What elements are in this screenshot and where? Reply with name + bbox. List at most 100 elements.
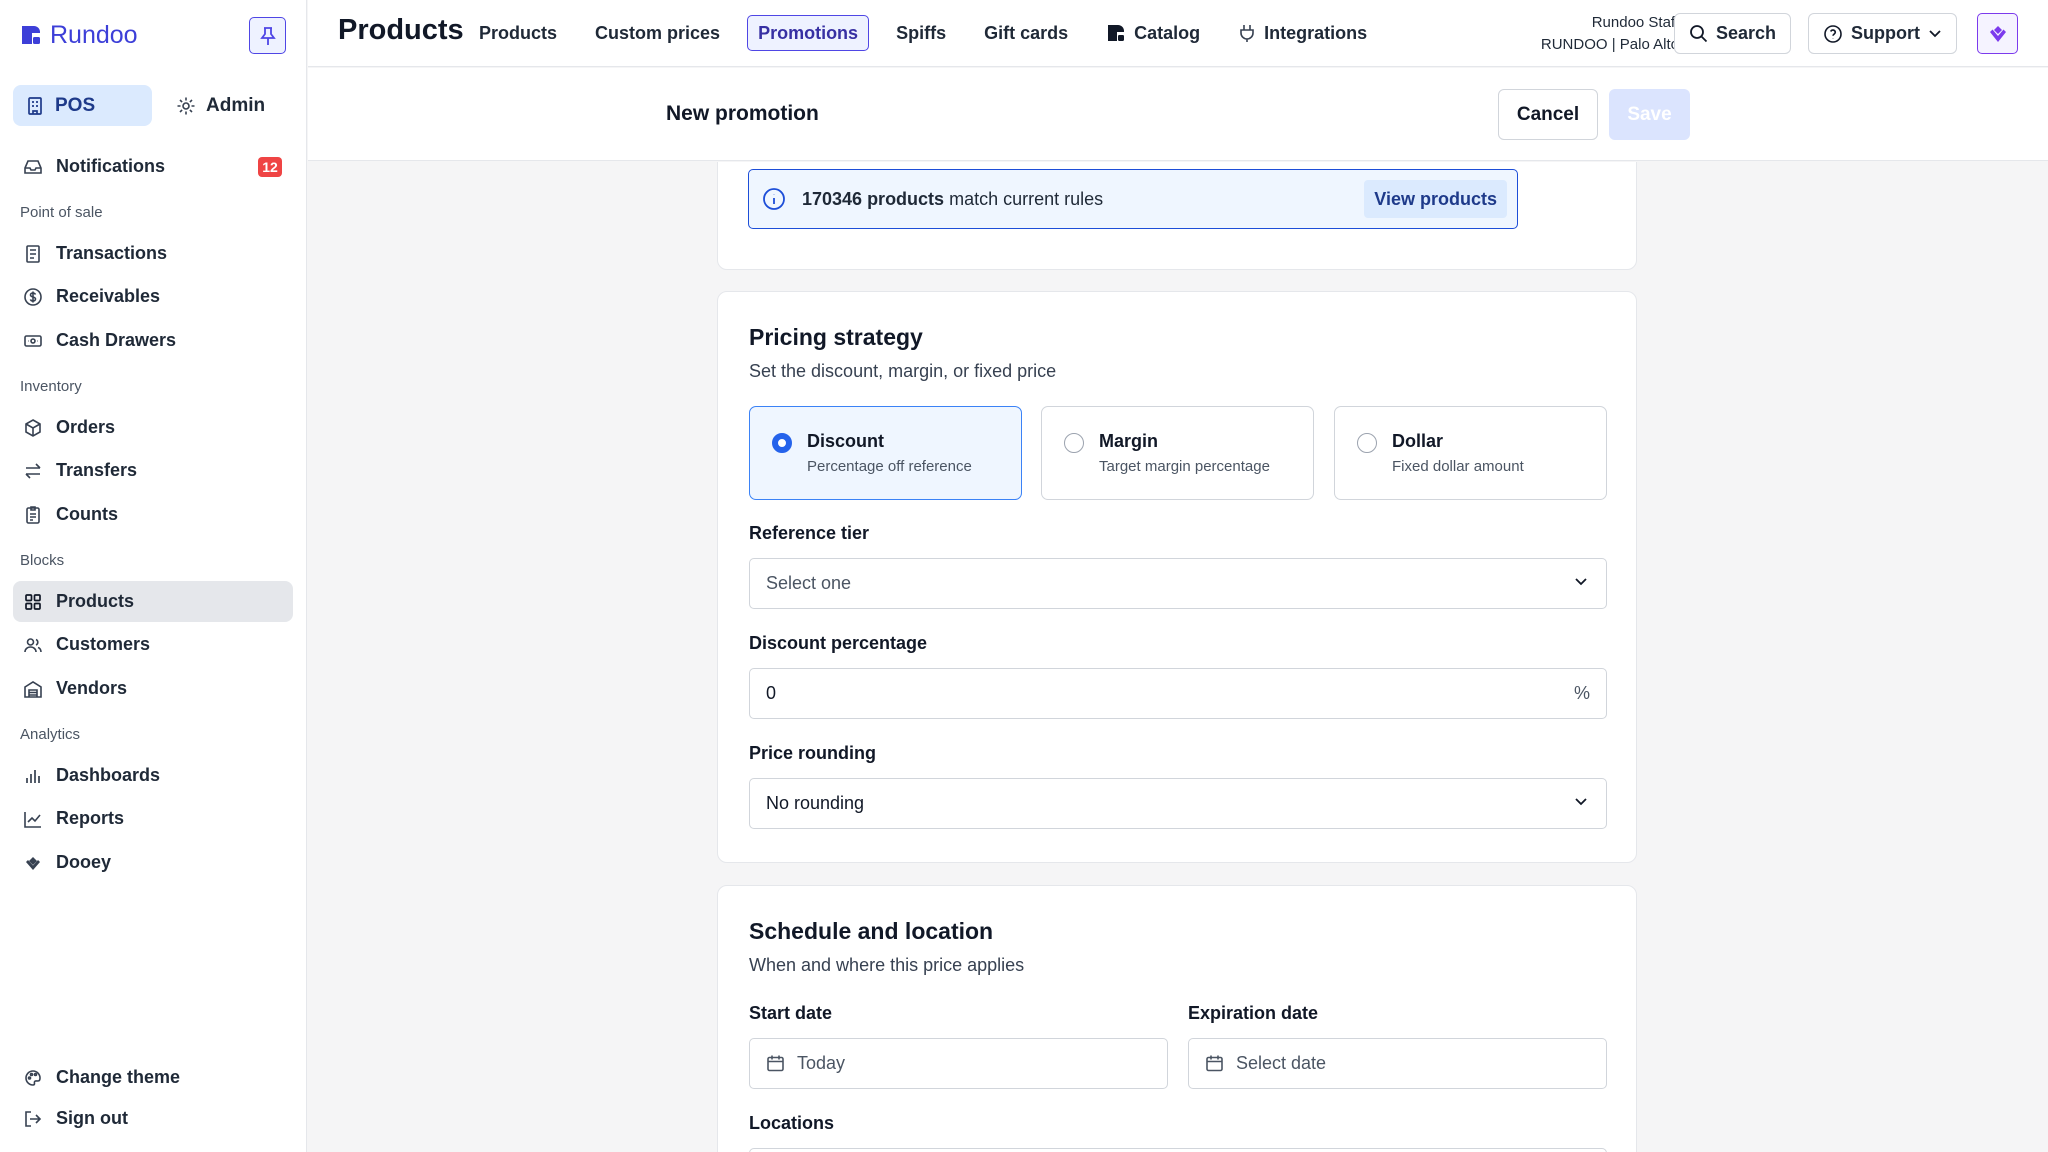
dooey-icon: [26, 856, 40, 870]
palette-icon: [25, 1069, 41, 1086]
user-name: Rundoo Staff: [1591, 14, 1679, 31]
sidebar-item-transactions[interactable]: Transactions: [13, 233, 293, 274]
price-rounding-label: Price rounding: [749, 743, 877, 763]
bar-chart-icon: [26, 769, 40, 783]
percent-suffix: %: [1573, 683, 1590, 703]
promotion-form: 170346 products match current rules View…: [308, 162, 2048, 1152]
calendar-icon: [1206, 1055, 1223, 1072]
reference-tier-label: Reference tier: [749, 523, 870, 543]
sidebar-item-label: Receivables: [56, 286, 161, 306]
expiration-date-label: Expiration date: [1188, 1003, 1319, 1023]
pricing-strategy-title: Pricing strategy: [749, 324, 923, 350]
tab-integrations-label: Integrations: [1264, 22, 1368, 43]
view-products-button[interactable]: View products: [1364, 180, 1507, 218]
sidebar-item-counts[interactable]: Counts: [13, 494, 293, 535]
sidebar-item-label: Vendors: [56, 678, 128, 698]
reference-tier-select[interactable]: Select one: [749, 558, 1607, 609]
sidebar-item-cash-drawers[interactable]: Cash Drawers: [13, 320, 293, 361]
radio-margin[interactable]: [1064, 433, 1084, 453]
sidebar-item-label: Customers: [56, 634, 151, 654]
product-rules-card: 170346 products match current rules View…: [717, 162, 1637, 270]
tab-gift-cards[interactable]: Gift cards: [973, 15, 1079, 51]
tab-integrations[interactable]: Integrations: [1227, 15, 1378, 51]
discount-percentage-input[interactable]: 0 %: [749, 668, 1607, 719]
heart-logo-icon: [1989, 25, 2006, 42]
strategy-option-discount[interactable]: Discount Percentage off reference: [749, 406, 1022, 500]
pin-icon: [259, 26, 276, 45]
sidebar-item-dooey[interactable]: Dooey: [13, 842, 293, 883]
sidebar-item-vendors[interactable]: Vendors: [13, 668, 293, 709]
discount-percentage-value: 0: [766, 683, 777, 703]
receipt-icon: [26, 244, 40, 263]
radio-dollar[interactable]: [1357, 433, 1377, 453]
sidebar-item-orders[interactable]: Orders: [13, 407, 293, 448]
strategy-option-margin[interactable]: Margin Target margin percentage: [1041, 406, 1314, 500]
tab-catalog-label: Catalog: [1134, 22, 1201, 43]
schedule-title: Schedule and location: [749, 918, 994, 944]
support-button[interactable]: Support: [1808, 13, 1957, 54]
section-label-inventory: Inventory: [20, 378, 82, 395]
building-icon: [28, 96, 42, 115]
sidebar-item-label: Dashboards: [56, 765, 161, 785]
cash-icon: [24, 334, 42, 347]
sidebar-item-label: Orders: [56, 417, 116, 437]
chevron-down-icon: [1575, 798, 1587, 806]
sidebar-item-products[interactable]: Products: [13, 581, 293, 622]
sidebar-item-label: Notifications: [56, 156, 166, 176]
search-icon: [1690, 25, 1708, 43]
start-date-label: Start date: [749, 1003, 833, 1023]
radio-discount[interactable]: [772, 433, 792, 453]
top-bar: Products Products Custom prices Promotio…: [308, 0, 2048, 67]
option-description: Target margin percentage: [1099, 458, 1270, 475]
mode-pos-button[interactable]: POS: [13, 85, 152, 126]
app-logo[interactable]: Rundoo: [20, 20, 138, 50]
search-label: Search: [1716, 23, 1777, 43]
sidebar-item-label: Counts: [56, 504, 118, 524]
sidebar-item-transfers[interactable]: Transfers: [13, 450, 293, 491]
option-title: Margin: [1099, 431, 1159, 451]
pricing-strategy-subtitle: Set the discount, margin, or fixed price: [749, 361, 1057, 381]
pin-sidebar-button[interactable]: [249, 17, 286, 54]
sidebar-item-notifications[interactable]: Notifications 12: [13, 146, 293, 187]
tab-promotions[interactable]: Promotions: [747, 15, 870, 51]
expiration-date-input[interactable]: Select date: [1188, 1038, 1607, 1089]
schedule-subtitle: When and where this price applies: [749, 955, 1025, 975]
sidebar-item-receivables[interactable]: Receivables: [13, 276, 293, 317]
sidebar-item-customers[interactable]: Customers: [13, 624, 293, 665]
help-circle-icon: [1824, 24, 1842, 43]
tab-spiffs[interactable]: Spiffs: [885, 15, 957, 51]
form-title: New promotion: [666, 102, 819, 125]
mode-admin-label: Admin: [206, 94, 266, 116]
change-theme-label: Change theme: [56, 1067, 181, 1087]
sidebar-item-label: Products: [56, 591, 135, 611]
price-rounding-select[interactable]: No rounding: [749, 778, 1607, 829]
option-description: Percentage off reference: [807, 458, 972, 475]
option-title: Discount: [807, 431, 885, 451]
change-theme-button[interactable]: Change theme: [13, 1057, 293, 1098]
tab-catalog[interactable]: Catalog: [1095, 15, 1211, 51]
sign-out-button[interactable]: Sign out: [13, 1098, 293, 1139]
locations-select[interactable]: [749, 1148, 1607, 1152]
save-button[interactable]: Save: [1609, 89, 1690, 140]
expiration-date-placeholder: Select date: [1236, 1053, 1327, 1073]
rundoo-logo-icon: [22, 26, 40, 44]
section-label-analytics: Analytics: [20, 726, 81, 743]
account-avatar-button[interactable]: [1977, 13, 2018, 54]
strategy-option-dollar[interactable]: Dollar Fixed dollar amount: [1334, 406, 1607, 500]
cancel-button[interactable]: Cancel: [1498, 89, 1598, 140]
reference-tier-placeholder: Select one: [766, 573, 852, 593]
mode-pos-label: POS: [55, 94, 96, 116]
match-count: 170346 products: [802, 188, 945, 209]
discount-percentage-label: Discount percentage: [749, 633, 928, 653]
search-button[interactable]: Search: [1674, 13, 1792, 54]
tab-custom-prices[interactable]: Custom prices: [584, 15, 731, 51]
mode-admin-button[interactable]: Admin: [164, 85, 284, 126]
start-date-input[interactable]: Today: [749, 1038, 1168, 1089]
warehouse-icon: [24, 680, 42, 698]
calendar-icon: [767, 1055, 784, 1072]
sidebar-item-reports[interactable]: Reports: [13, 798, 293, 839]
match-suffix: match current rules: [949, 188, 1104, 209]
tab-products[interactable]: Products: [468, 15, 568, 51]
sidebar-item-label: Transfers: [56, 460, 138, 480]
sidebar-item-dashboards[interactable]: Dashboards: [13, 755, 293, 796]
